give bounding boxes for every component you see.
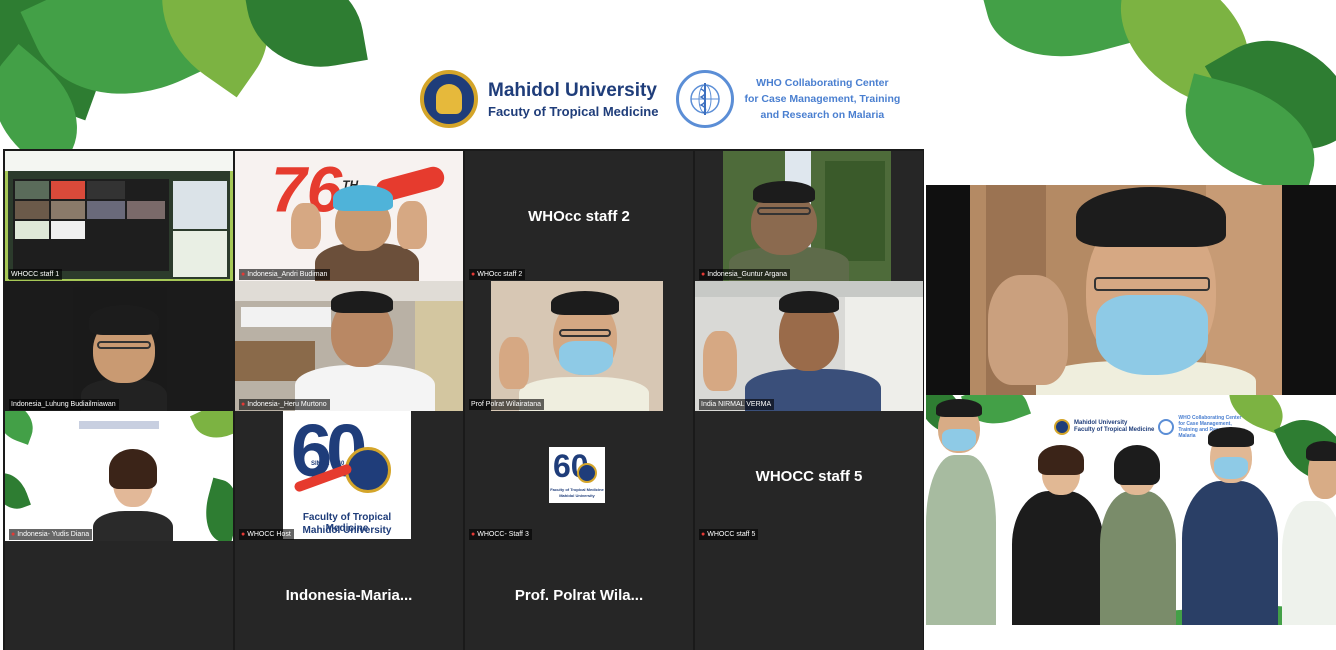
video-tile[interactable]: WHOcc staff 2 ● WHOcc staff 2 [465,151,693,282]
video-gallery: WHOCC staff 1 76TH ● Indonesia_Andri Bud… [3,149,924,650]
participant-video: 76TH [235,151,463,282]
shared-gallery-thumbnail [5,151,233,282]
mic-muted-icon: ● [471,271,476,278]
video-tile[interactable]: ● Indonesia- Yudis Diana [5,411,233,542]
anniversary-logo: 60 SINCE 1960 Faculty of Tropical Medici… [235,411,463,542]
video-tile[interactable]: Indonesia_Luhung Budiailmiawan [5,281,233,412]
video-tile[interactable]: 60 SINCE 1960 Faculty of Tropical Medici… [235,411,463,542]
mic-muted-icon: ● [11,531,16,538]
video-tile[interactable]: ● Indonesia-_Heru Murtono [235,281,463,412]
participant-name-label: ● WHOCC- Staff 3 [469,529,532,540]
participant-name-label: India NIRMAL VERMA [699,399,775,410]
participant-name-label: Prof Polrat Wilairatana [469,399,545,410]
mic-muted-icon: ● [701,271,706,278]
participant-name-label: Indonesia_Luhung Budiailmiawan [9,399,119,410]
faculty-name: Facuty of Tropical Medicine [488,103,659,119]
participant-placeholder-name: WHOcc staff 2 [528,208,630,225]
who-emblem-icon [1158,419,1175,435]
participant-name-label: ● Indonesia-_Heru Murtono [239,399,330,410]
participant-name-label: ● WHOcc staff 2 [469,269,526,280]
video-tile[interactable]: WHOCC staff 5 ● WHOCC staff 5 [695,411,923,542]
video-tile[interactable]: Prof. Polrat Wila... [465,541,693,650]
university-name: Mahidol University [488,79,657,101]
video-tile[interactable]: India NIRMAL VERMA [695,281,923,412]
participant-video [235,281,463,412]
participant-video [695,281,923,412]
participant-name-label: ● Indonesia- Yudis Diana [9,529,93,540]
mic-muted-icon: ● [241,401,246,408]
mahidol-seal-icon [1054,419,1070,435]
video-tile[interactable]: ● Indonesia_Guntur Argana [695,151,923,282]
mahidol-seal-icon [420,70,478,128]
video-tile[interactable] [5,541,233,650]
video-tile[interactable]: Prof Polrat Wilairatana [465,281,693,412]
participant-placeholder-name: WHOCC staff 5 [755,468,863,485]
active-speaker-video [926,185,1336,395]
participant-name-label: ● Indonesia_Andri Budiman [239,269,331,280]
participant-video [465,281,693,412]
participant-placeholder-name: Prof. Polrat Wila... [514,587,644,604]
participant-name-label: ● Indonesia_Guntur Argana [699,269,791,280]
who-center-name: WHO Collaborating Center for Case Manage… [744,77,901,121]
mic-muted-icon: ● [241,271,246,278]
mic-muted-icon: ● [471,531,476,538]
event-header: Mahidol University Facuty of Tropical Me… [420,66,920,132]
participant-video [695,151,923,282]
video-tile[interactable]: Indonesia-Maria... [235,541,463,650]
group-photo-video: Mahidol University Faculty of Tropical M… [926,395,1336,625]
mic-muted-icon: ● [241,531,246,538]
participant-name-label: ● WHOCC staff 5 [699,529,759,540]
who-emblem-icon [676,70,735,128]
participant-placeholder-name: Indonesia-Maria... [285,587,413,604]
video-tile[interactable] [695,541,923,650]
video-tile[interactable]: 76TH ● Indonesia_Andri Budiman [235,151,463,282]
participant-name-label: ● WHOCC Host [239,529,294,540]
participant-name-label: WHOCC staff 1 [9,269,63,280]
video-tile[interactable]: 60 Faculty of Tropical Medicine Mahidol … [465,411,693,542]
mic-muted-icon: ● [701,531,706,538]
participant-video [5,281,233,412]
video-tile[interactable]: WHOCC staff 1 [5,151,233,282]
participant-video [5,411,233,542]
anniversary-logo-small: 60 Faculty of Tropical Medicine Mahidol … [465,411,693,542]
